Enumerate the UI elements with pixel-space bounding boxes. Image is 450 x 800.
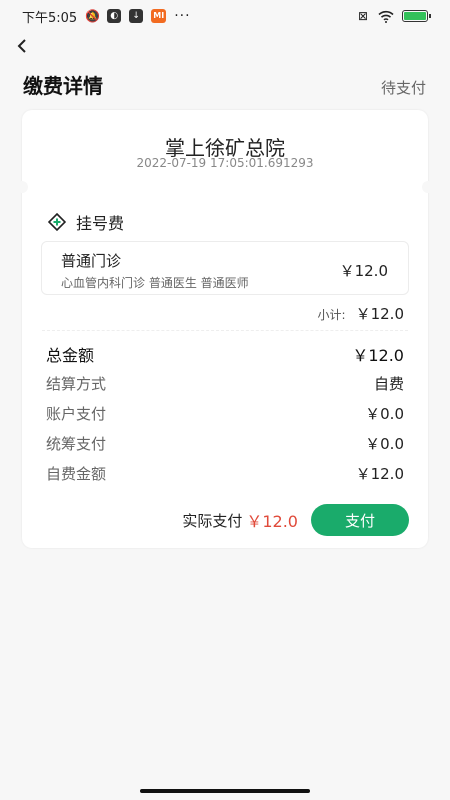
card-notch-left bbox=[16, 181, 28, 193]
actual-pay-label: 实际支付 bbox=[182, 511, 243, 530]
settlement-method-value: 自费 bbox=[373, 375, 404, 393]
account-payment-row: 账户支付 ￥0.0 bbox=[46, 403, 404, 424]
pooled-payment-label: 统筹支付 bbox=[46, 435, 107, 453]
pay-bar: 实际支付 ￥12.0 支付 bbox=[182, 504, 409, 536]
more-notifications-icon: ··· bbox=[174, 8, 191, 24]
fee-type: 挂号费 bbox=[76, 214, 125, 233]
pooled-payment-value: ￥0.0 bbox=[365, 435, 404, 453]
account-payment-label: 账户支付 bbox=[46, 405, 107, 423]
self-pay-value: ￥12.0 bbox=[355, 465, 404, 483]
subtotal-value: ￥12.0 bbox=[355, 305, 404, 323]
wifi-icon bbox=[378, 10, 394, 23]
fee-item: 普通门诊 心血管内科门诊 普通医生 普通医师 ￥12.0 bbox=[41, 241, 409, 295]
total-amount-value: ￥12.0 bbox=[352, 346, 404, 365]
chevron-left-icon bbox=[17, 39, 26, 53]
item-price: ￥12.0 bbox=[339, 262, 388, 280]
settlement-method-label: 结算方式 bbox=[46, 375, 107, 393]
card-notch-right bbox=[422, 181, 434, 193]
order-timestamp: 2022-07-19 17:05:01.691293 bbox=[136, 156, 314, 170]
plus-diamond-icon bbox=[48, 213, 66, 231]
divider bbox=[42, 330, 408, 331]
settlement-method-row: 结算方式 自费 bbox=[46, 373, 404, 394]
payment-card: 掌上徐矿总院 2022-07-19 17:05:01.691293 挂号费 普通… bbox=[16, 110, 434, 548]
self-pay-label: 自费金额 bbox=[46, 465, 107, 483]
total-amount-row: 总金额 ￥12.0 bbox=[46, 342, 404, 366]
mute-icon: 🔕 bbox=[85, 9, 101, 23]
pay-button[interactable]: 支付 bbox=[311, 504, 409, 536]
battery-icon bbox=[402, 10, 431, 22]
page-title: 缴费详情 bbox=[23, 74, 103, 98]
fee-header: 挂号费 bbox=[48, 210, 124, 234]
payment-status: 待支付 bbox=[380, 79, 426, 97]
actual-pay-value: ￥12.0 bbox=[246, 512, 298, 531]
download-icon: ↓ bbox=[129, 9, 144, 23]
app-notification-icon: ◐ bbox=[107, 9, 122, 23]
item-name: 普通门诊 bbox=[61, 252, 122, 270]
item-desc: 心血管内科门诊 普通医生 普通医师 bbox=[61, 276, 249, 290]
status-time: 下午5:05 bbox=[22, 10, 78, 26]
sim-off-icon: ⊠ bbox=[357, 9, 369, 23]
back-button[interactable] bbox=[16, 36, 36, 56]
total-amount-label: 总金额 bbox=[46, 346, 95, 365]
account-payment-value: ￥0.0 bbox=[365, 405, 404, 423]
self-pay-row: 自费金额 ￥12.0 bbox=[46, 463, 404, 484]
status-bar: 下午5:05 🔕 ◐ ↓ MI ··· ⊠ bbox=[0, 0, 450, 32]
pooled-payment-row: 统筹支付 ￥0.0 bbox=[46, 433, 404, 454]
mi-icon: MI bbox=[151, 9, 167, 23]
subtotal: 小计: ￥12.0 bbox=[318, 303, 404, 324]
subtotal-label: 小计: bbox=[317, 308, 346, 322]
home-indicator[interactable] bbox=[140, 789, 310, 793]
